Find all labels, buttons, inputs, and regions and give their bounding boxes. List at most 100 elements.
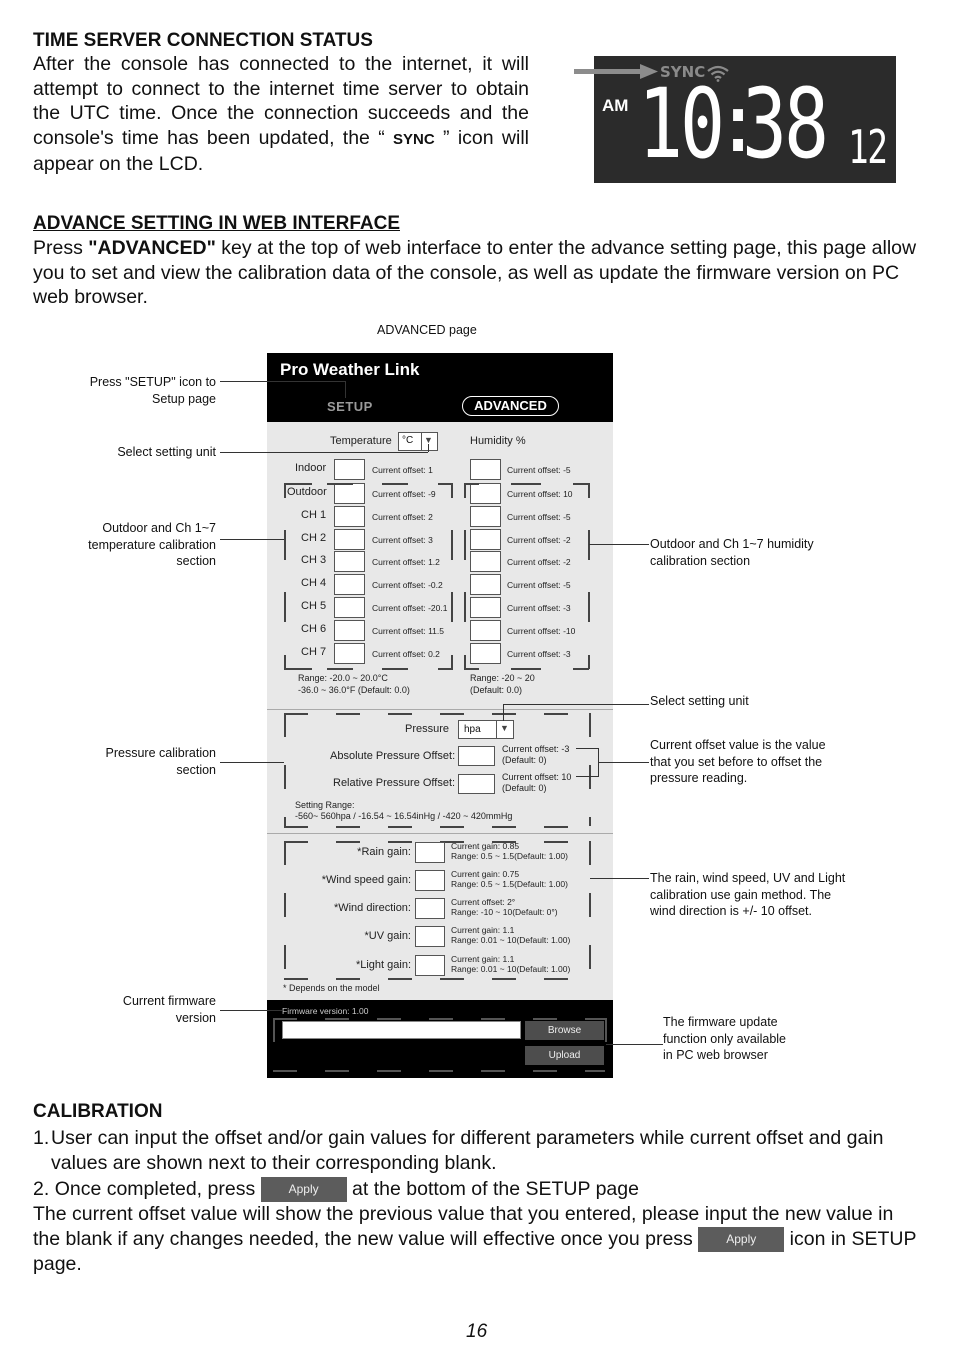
leader-line [220,539,284,540]
temp-range-line1: Range: -20.0 ~ 20.0°C [298,673,388,683]
temperature-unit-select[interactable]: °C ▼ [398,432,438,451]
upload-button[interactable]: Upload [525,1046,604,1065]
item-text: User can input the offset and/or gain va… [51,1127,884,1174]
firmware-version: Firmware version: 1.00 [282,1006,369,1016]
dash [589,817,591,826]
temp-offset-input[interactable] [334,459,365,480]
temp-row-label: CH 3 [301,554,327,566]
gain-input[interactable] [415,926,445,947]
lcd-minutes: 38 [742,68,829,180]
temp-row-label: CH 5 [301,600,327,612]
dash [585,1018,605,1020]
dash [440,713,464,715]
dash [429,1018,453,1020]
pressure-label: Pressure [405,723,450,735]
humidity-offset-input[interactable] [470,643,501,664]
dash [589,765,591,789]
lcd-am: AM [602,96,629,115]
temp-offset-input[interactable] [334,529,365,550]
gain-input[interactable] [415,870,445,891]
dash [273,1018,275,1042]
temp-current-offset: Current offset: 3 [372,535,433,545]
temp-offset-input[interactable] [334,506,365,527]
gain-label: *Light gain: [355,959,411,971]
dash [492,826,516,828]
humidity-offset-input[interactable] [470,506,501,527]
browse-button[interactable]: Browse [525,1021,604,1040]
humidity-offset-input[interactable] [470,483,501,504]
temp-offset-input[interactable] [334,551,365,572]
temp-range-line2: -36.0 ~ 36.0°F (Default: 0.0) [298,685,410,695]
leader-line [598,762,649,763]
dash [573,483,589,485]
leader-line [589,544,649,545]
dash [327,668,353,670]
dash [273,1018,297,1020]
dash [440,826,464,828]
dash [481,1070,505,1072]
dash [481,1018,505,1020]
dash [284,483,312,485]
gain-input[interactable] [415,898,445,919]
calibration-item-2: 2. Once completed, press Apply at the bo… [33,1177,923,1203]
apply-button[interactable]: Apply [698,1226,785,1252]
temp-offset-input[interactable] [334,620,365,641]
temp-offset-input[interactable] [334,483,365,504]
sync-word: SYNC [393,130,435,148]
apply-button[interactable]: Apply [260,1177,347,1203]
dash [382,668,408,670]
temp-offset-input[interactable] [334,643,365,664]
lcd-hours: 10 [638,68,725,180]
annotation-pressure-section: Pressure calibration section [105,746,216,777]
abs-pressure-input[interactable] [458,746,495,766]
firmware-file-input[interactable] [282,1021,521,1039]
humidity-offset-input[interactable] [470,597,501,618]
temp-row-label: Indoor [295,462,327,474]
dash [336,826,360,828]
gain-input[interactable] [415,842,445,863]
advance-paragraph: Press "ADVANCED" key at the top of web i… [33,236,923,310]
humidity-label: Humidity % [470,435,526,447]
dash [325,1070,349,1072]
humidity-current-offset: Current offset: -5 [507,512,571,522]
dash [464,668,479,670]
temp-row-label: CH 4 [301,577,327,589]
rel-pressure-input[interactable] [458,774,495,794]
humidity-offset-input[interactable] [470,574,501,595]
gain-input[interactable] [415,955,445,976]
gain-label: *UV gain: [364,930,411,942]
humidity-offset-input[interactable] [470,551,501,572]
leader-line [576,748,598,749]
dash [440,978,464,980]
humidity-offset-input[interactable] [470,459,501,480]
dash [588,483,590,498]
model-footnote: * Depends on the model [283,983,380,993]
gain-range: Range: 0.01 ~ 10(Default: 1.00) [451,964,571,974]
humidity-offset-input[interactable] [470,620,501,641]
dash [284,655,286,669]
dash [464,483,479,485]
dash [382,483,408,485]
temp-offset-input[interactable] [334,597,365,618]
annotation-setup-icon: Press "SETUP" icon to Setup page [89,375,216,406]
nav-setup-button[interactable]: SETUP [327,399,373,414]
time-server-paragraph: After the console has connected to the i… [33,52,529,177]
temp-row-label: CH 1 [301,509,327,521]
pressure-unit-select[interactable]: hpa ▼ [458,720,514,739]
dash [273,1070,297,1072]
temp-offset-input[interactable] [334,574,365,595]
gain-label: *Wind speed gain: [321,874,411,886]
dash [573,668,589,670]
humidity-offset-input[interactable] [470,529,501,550]
temperature-unit-value: °C [402,435,414,446]
nav-advanced-button[interactable]: ADVANCED [462,396,559,416]
item-number: 1. [33,1127,50,1149]
gain-label: *Wind direction: [333,902,411,914]
dash [605,1018,607,1042]
dash [492,713,516,715]
dash [588,592,590,622]
annotation-select-unit-right: Select setting unit [650,694,749,708]
arrow-right-icon [574,64,658,79]
dash [464,655,466,669]
dash [533,1018,557,1020]
